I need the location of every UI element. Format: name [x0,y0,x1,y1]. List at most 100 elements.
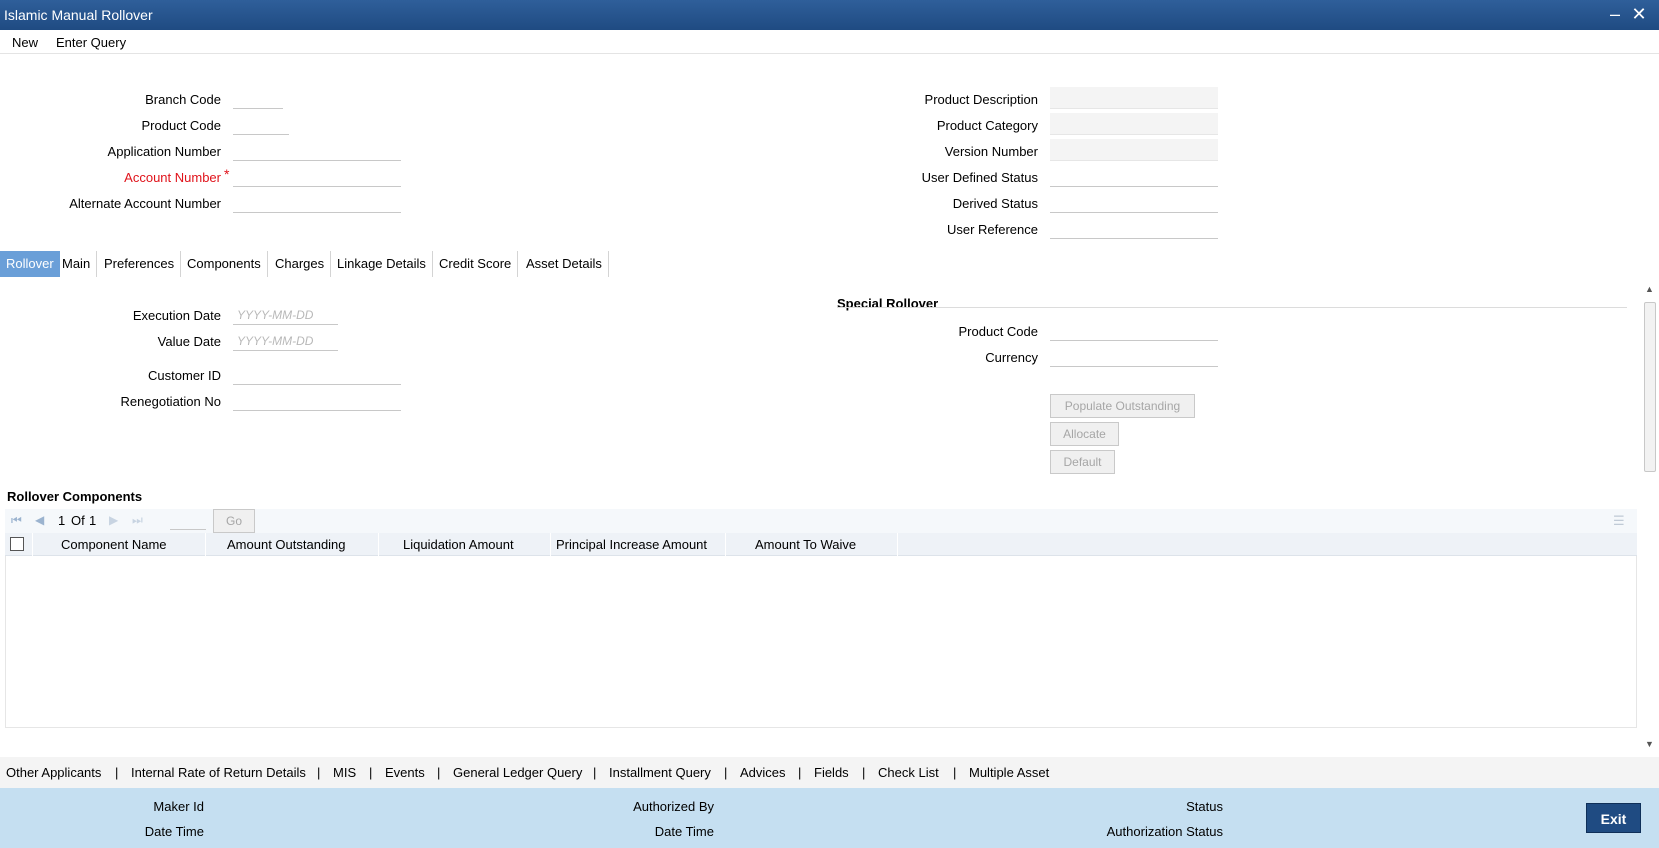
column-component-name[interactable]: Component Name [61,537,167,552]
customer-id-label: Customer ID [148,368,221,383]
column-separator [725,533,726,556]
product-description-field [1050,87,1218,109]
application-number-input[interactable] [233,141,401,161]
account-number-label: Account Number [124,170,221,185]
total-pages: 1 [89,513,97,528]
renegotiation-no-label: Renegotiation No [120,394,221,409]
next-page-icon[interactable]: ▶ [109,513,118,527]
special-rollover-divider [837,307,1627,308]
exit-button[interactable]: Exit [1586,803,1641,833]
user-defined-status-label: User Defined Status [921,170,1038,185]
current-page: 1 [58,513,66,528]
column-separator [550,533,551,556]
version-number-field [1050,139,1218,161]
scrollbar-thumb[interactable] [1644,302,1656,472]
execution-date-label: Execution Date [132,308,221,323]
user-reference-label: User Reference [946,222,1038,237]
product-code-input[interactable] [233,115,289,135]
column-liquidation-amount[interactable]: Liquidation Amount [403,537,514,552]
link-check-list[interactable]: Check List [878,765,939,780]
link-mis[interactable]: MIS [333,765,356,780]
special-product-code-label: Product Code [958,324,1039,339]
allocate-button[interactable]: Allocate [1050,422,1119,446]
tab-main[interactable]: Main [56,251,98,277]
column-separator [205,533,206,556]
tab-rollover[interactable]: Rollover [0,251,60,277]
column-separator [378,533,379,556]
link-multiple-asset[interactable]: Multiple Asset [969,765,1049,780]
vertical-scrollbar[interactable]: ▲ ▼ [1642,284,1658,752]
tab-preferences[interactable]: Preferences [98,251,182,277]
last-page-icon[interactable]: ⏭ [132,513,143,528]
link-separator: | [953,765,957,780]
checker-date-time-label: Date Time [654,824,714,839]
branch-code-input[interactable] [233,89,283,109]
column-separator [897,533,898,556]
link-separator: | [317,765,321,780]
user-defined-status-input[interactable] [1050,167,1218,187]
link-advices[interactable]: Advices [740,765,786,780]
tab-components[interactable]: Components [181,251,268,277]
tab-linkage-details[interactable]: Linkage Details [331,251,433,277]
link-fields[interactable]: Fields [814,765,849,780]
link-general-ledger-query[interactable]: General Ledger Query [453,765,582,780]
application-number-label: Application Number [107,144,221,159]
rollover-components-title: Rollover Components [7,489,143,504]
product-description-label: Product Description [924,92,1038,107]
default-button[interactable]: Default [1050,450,1115,474]
column-amount-outstanding[interactable]: Amount Outstanding [227,537,346,552]
special-product-code-input[interactable] [1050,321,1218,341]
currency-label: Currency [985,350,1038,365]
authorization-status-label: Authorization Status [1106,824,1223,839]
column-separator [32,533,33,556]
link-internal-rate-of-return[interactable]: Internal Rate of Return Details [131,765,306,780]
link-separator: | [115,765,119,780]
close-icon[interactable]: ✕ [1628,3,1650,25]
customer-id-input[interactable] [233,365,401,385]
column-principal-increase-amount[interactable]: Principal Increase Amount [556,537,707,552]
go-button[interactable]: Go [213,509,255,533]
page-of-label: Of [71,513,85,528]
version-number-label: Version Number [944,144,1038,159]
product-category-label: Product Category [936,118,1038,133]
tab-credit-score[interactable]: Credit Score [433,251,519,277]
populate-outstanding-button[interactable]: Populate Outstanding [1050,394,1195,418]
special-rollover-title: Special Rollover [837,296,939,311]
column-settings-icon[interactable]: ☰ [1613,513,1625,529]
user-reference-input[interactable] [1050,219,1218,239]
tab-charges[interactable]: Charges [269,251,332,277]
minimize-icon[interactable]: – [1604,3,1626,25]
tab-asset-details[interactable]: Asset Details [520,251,609,277]
new-menu-item[interactable]: New [12,35,38,50]
account-number-input[interactable] [233,167,401,187]
menu-bar: New Enter Query [0,30,1659,54]
derived-status-label: Derived Status [952,196,1038,211]
enter-query-menu-item[interactable]: Enter Query [56,35,126,50]
scroll-up-icon[interactable]: ▲ [1645,284,1654,294]
grid-header: Component Name Amount Outstanding Liquid… [5,533,1637,556]
currency-input[interactable] [1050,347,1218,367]
subsystem-link-bar: Other Applicants | Internal Rate of Retu… [0,757,1659,788]
link-separator: | [862,765,866,780]
select-all-checkbox[interactable] [10,537,24,551]
audit-footer: Maker Id Date Time Authorized By Date Ti… [0,788,1659,848]
renegotiation-no-input[interactable] [233,391,401,411]
product-code-label: Product Code [141,118,222,133]
value-date-label: Value Date [157,334,221,349]
page-number-input[interactable] [170,510,206,530]
status-label: Status [1186,799,1223,814]
link-other-applicants[interactable]: Other Applicants [6,765,101,780]
execution-date-input[interactable] [233,305,338,325]
derived-status-input[interactable] [1050,193,1218,213]
link-separator: | [724,765,728,780]
link-installment-query[interactable]: Installment Query [609,765,711,780]
value-date-input[interactable] [233,331,338,351]
grid-body [5,556,1637,728]
window-title-bar: Islamic Manual Rollover – ✕ [0,0,1659,30]
link-events[interactable]: Events [385,765,425,780]
column-amount-to-waive[interactable]: Amount To Waive [755,537,856,552]
scroll-down-icon[interactable]: ▼ [1645,739,1654,749]
first-page-icon[interactable]: ⏮ [11,513,22,528]
alternate-account-number-input[interactable] [233,193,401,213]
previous-page-icon[interactable]: ◀ [35,513,44,527]
